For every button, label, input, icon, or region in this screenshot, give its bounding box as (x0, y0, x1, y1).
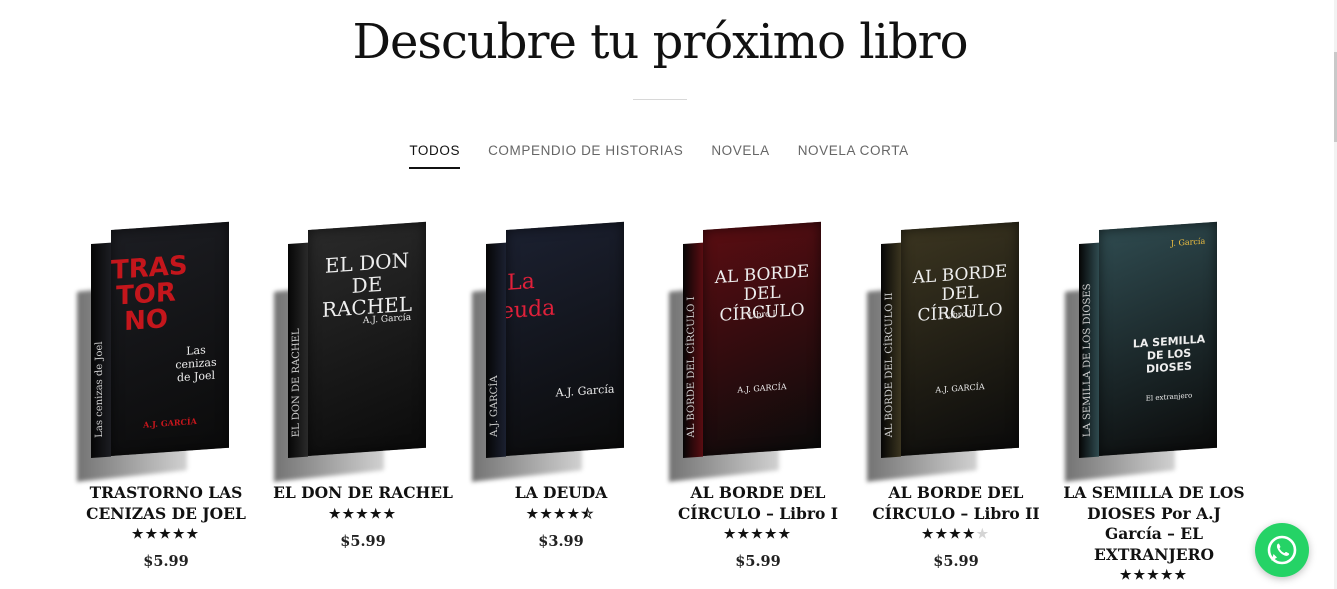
star-full-icon: ★ (778, 527, 793, 542)
tab-compendio-de-historias[interactable]: COMPENDIO DE HISTORIAS (488, 143, 683, 169)
product-price: $5.99 (933, 553, 979, 570)
cover-author: A.J. GARCÍA (935, 382, 985, 395)
cover-author: A.J. GARCÍA (143, 415, 197, 430)
star-full-icon: ★ (1133, 568, 1148, 583)
product-name[interactable]: EL DON DE RACHEL (273, 483, 453, 502)
product-title[interactable]: LA DEUDA ★★★★⯪ $3.99 (466, 483, 656, 552)
spine-text: AL BORDE DEL CÍRCULO II (884, 291, 895, 438)
star-full-icon: ★ (751, 527, 765, 542)
tab-todos[interactable]: TODOS (409, 143, 461, 169)
star-empty-icon: ★ (976, 527, 991, 542)
star-full-icon: ★ (356, 506, 370, 522)
product-name[interactable]: TRASTORNO LAS CENIZAS DE JOEL (86, 483, 246, 523)
star-full-icon: ★ (145, 527, 160, 542)
spine-text: Las cenizas de Joel (94, 340, 105, 438)
book-spine: AL BORDE DEL CÍRCULO II (881, 242, 901, 458)
star-full-icon: ★ (131, 527, 146, 542)
product-title[interactable]: LA SEMILLA DE LOS DIOSES Por A.J García … (1059, 483, 1249, 585)
star-rating: ★★★★★ (663, 526, 853, 544)
book-cover: EL DON DE RACHEL A.J. García (308, 221, 426, 456)
book-spine: EL DON DE RACHEL (288, 242, 308, 458)
cover-title: LA SEMILLA DE LOS DIOSES (1132, 332, 1206, 376)
book-cover: TRAS TOR NO Las cenizas de Joel A.J. GAR… (111, 221, 229, 456)
star-full-icon: ★ (172, 527, 187, 542)
book-spine: A.J. GARCÍA (486, 242, 506, 458)
product-title[interactable]: TRASTORNO LAS CENIZAS DE JOEL ★★★★★ $5.9… (71, 483, 261, 573)
star-full-icon: ★ (567, 506, 582, 522)
whatsapp-icon (1267, 535, 1297, 565)
cover-title: La deuda (506, 268, 556, 326)
cover-author: A.J. García (555, 382, 615, 400)
star-full-icon: ★ (1174, 568, 1189, 583)
product-name[interactable]: LA DEUDA (515, 483, 608, 502)
book-cover: La deuda A.J. García (506, 221, 624, 456)
product-price: $5.99 (340, 532, 386, 550)
product-title[interactable]: AL BORDE DEL CÍRCULO – Libro II ★★★★★ $5… (861, 483, 1051, 573)
book-cover: J. García LA SEMILLA DE LOS DIOSES El ex… (1099, 221, 1217, 456)
star-full-icon: ★ (723, 527, 738, 542)
product-price: $5.99 (735, 553, 781, 570)
book-cover: AL BORDE DEL CÍRCULO Libro I A.J. GARCÍA (703, 221, 821, 456)
tab-novela-corta[interactable]: NOVELA CORTA (798, 143, 909, 169)
star-full-icon: ★ (342, 506, 357, 522)
star-full-icon: ★ (764, 527, 779, 542)
book-cover: AL BORDE DEL CÍRCULO Libro II A.J. GARCÍ… (901, 221, 1019, 456)
star-full-icon: ★ (1160, 568, 1175, 583)
page-title: Descubre tu próximo libro (352, 14, 968, 70)
product-price: $3.99 (538, 532, 584, 550)
cover-author: J. García (1170, 236, 1206, 248)
category-tabs: TODOS COMPENDIO DE HISTORIAS NOVELA NOVE… (0, 143, 1318, 169)
cover-title: EL DON DE RACHEL (321, 247, 413, 323)
cover-author: A.J. GARCÍA (737, 382, 787, 395)
star-rating: ★★★★★ (1059, 567, 1249, 585)
product-name[interactable]: AL BORDE DEL CÍRCULO – Libro II (872, 483, 1039, 523)
star-full-icon: ★ (553, 506, 568, 522)
cover-title: TRAS TOR NO (111, 250, 188, 338)
star-full-icon: ★ (540, 506, 554, 522)
spine-text: AL BORDE DEL CÍRCULO I (686, 295, 697, 438)
star-half-icon: ⯪ (581, 506, 596, 522)
star-rating: ★★★★★ (861, 526, 1051, 544)
product-title[interactable]: EL DON DE RACHEL ★★★★★ $5.99 (268, 483, 458, 552)
star-rating: ★★★★★ (268, 506, 458, 524)
spine-text: LA SEMILLA DE LOS DIOSES (1082, 283, 1093, 438)
cover-subtitle: El extranjero (1145, 391, 1193, 403)
spine-text: A.J. GARCÍA (489, 375, 500, 438)
title-divider (633, 99, 687, 100)
tab-novela[interactable]: NOVELA (711, 143, 769, 169)
star-rating: ★★★★⯪ (466, 506, 656, 524)
star-full-icon: ★ (1147, 568, 1161, 583)
star-full-icon: ★ (159, 527, 173, 542)
product-title[interactable]: AL BORDE DEL CÍRCULO – Libro I ★★★★★ $5.… (663, 483, 853, 573)
whatsapp-chat-button[interactable] (1255, 523, 1309, 577)
product-name[interactable]: AL BORDE DEL CÍRCULO – Libro I (678, 483, 838, 523)
star-full-icon: ★ (935, 527, 950, 542)
star-full-icon: ★ (186, 527, 201, 542)
book-spine: LA SEMILLA DE LOS DIOSES (1079, 242, 1099, 458)
book-spine: AL BORDE DEL CÍRCULO I (683, 242, 703, 458)
book-spine: Las cenizas de Joel (91, 242, 111, 458)
star-full-icon: ★ (526, 506, 541, 522)
star-full-icon: ★ (921, 527, 936, 542)
product-name[interactable]: LA SEMILLA DE LOS DIOSES Por A.J García … (1063, 483, 1244, 564)
star-full-icon: ★ (1119, 568, 1134, 583)
cover-subtitle: Las cenizas de Joel (175, 343, 217, 385)
star-full-icon: ★ (383, 506, 398, 522)
star-rating: ★★★★★ (71, 526, 261, 544)
star-full-icon: ★ (949, 527, 963, 542)
star-full-icon: ★ (737, 527, 752, 542)
star-full-icon: ★ (369, 506, 384, 522)
product-price: $5.99 (143, 553, 189, 570)
star-full-icon: ★ (328, 506, 343, 522)
star-full-icon: ★ (962, 527, 977, 542)
spine-text: EL DON DE RACHEL (291, 328, 302, 438)
